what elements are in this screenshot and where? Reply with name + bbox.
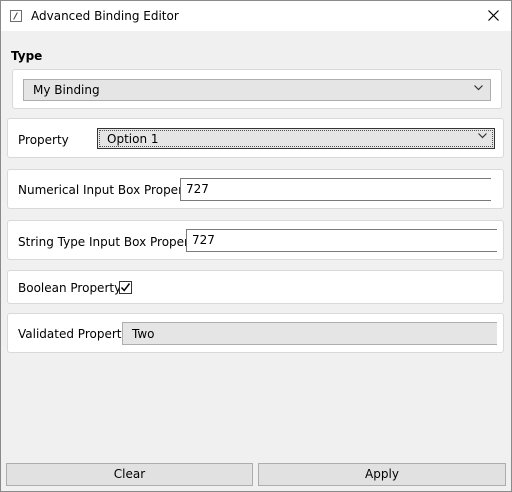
chevron-down-icon [474, 85, 483, 91]
clear-button[interactable]: Clear [6, 463, 253, 486]
title-bar: Advanced Binding Editor [1, 1, 511, 31]
type-heading: Type [11, 49, 43, 63]
property-panel: Property Option 1 [7, 118, 504, 158]
type-panel: My Binding [12, 69, 502, 109]
binding-editor-window: Advanced Binding Editor Type My Binding … [0, 0, 512, 492]
window-title: Advanced Binding Editor [31, 9, 179, 23]
property-label: Property [18, 133, 69, 147]
validated-label: Validated Property [18, 327, 129, 341]
boolean-panel: Boolean Property [7, 270, 504, 304]
numerical-input-value: 727 [186, 182, 209, 196]
chevron-down-icon [478, 133, 487, 139]
close-button[interactable] [483, 7, 503, 25]
type-dropdown[interactable]: My Binding [23, 79, 491, 101]
string-label: String Type Input Box Property [18, 235, 201, 249]
close-icon [487, 10, 499, 21]
numerical-label: Numerical Input Box Property [18, 183, 195, 197]
property-dropdown[interactable]: Option 1 [97, 128, 495, 149]
validated-dropdown[interactable]: Two [122, 322, 497, 345]
validated-value: Two [132, 327, 155, 341]
string-panel: String Type Input Box Property 727 [7, 220, 504, 260]
numerical-input[interactable]: 727 [180, 178, 491, 201]
validated-panel: Validated Property Two [7, 313, 504, 353]
edit-icon [10, 10, 22, 22]
boolean-label: Boolean Property [18, 281, 122, 295]
string-input[interactable]: 727 [186, 229, 497, 252]
numerical-panel: Numerical Input Box Property 727 [7, 169, 504, 209]
type-dropdown-value: My Binding [33, 83, 100, 97]
property-dropdown-value: Option 1 [107, 132, 159, 146]
checkmark-icon [120, 283, 131, 292]
string-input-value: 727 [192, 233, 215, 247]
boolean-checkbox[interactable] [119, 281, 132, 294]
apply-button[interactable]: Apply [258, 463, 506, 486]
